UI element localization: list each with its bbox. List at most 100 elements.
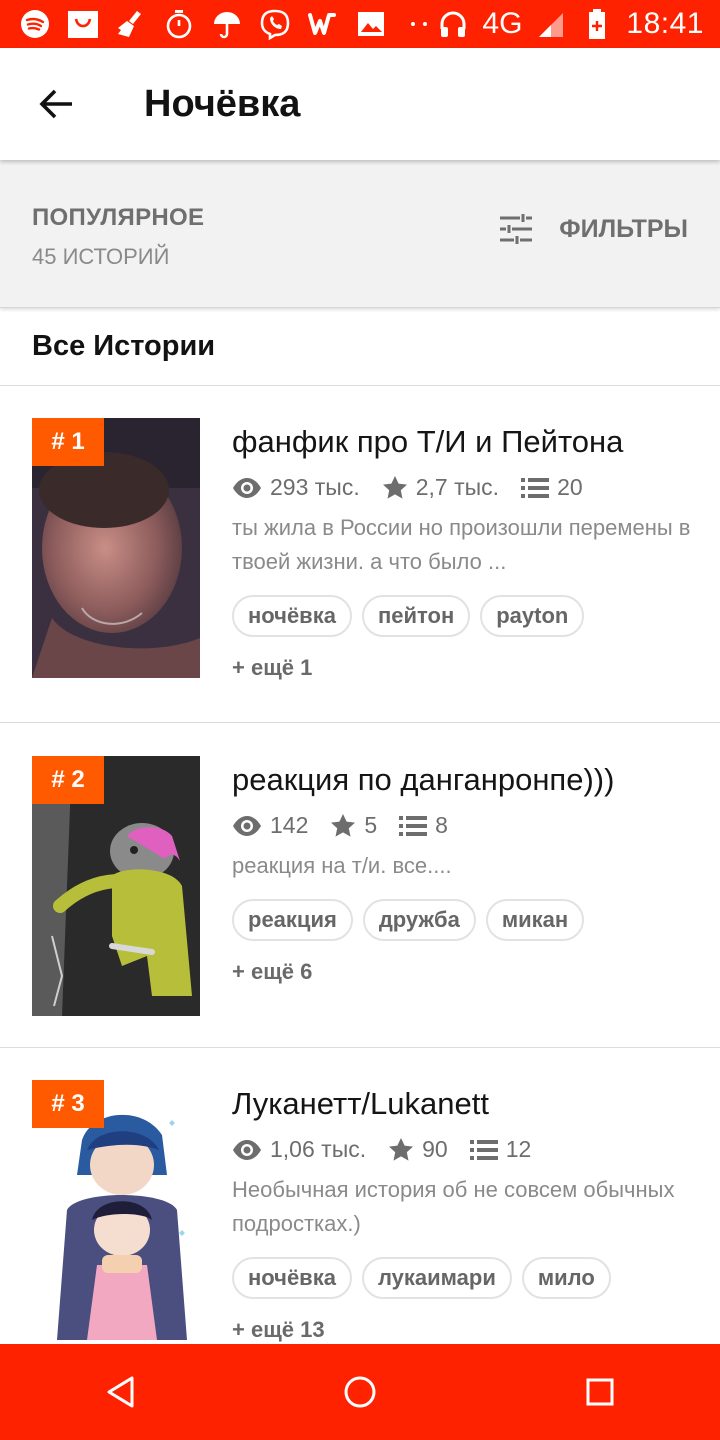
story-count: 45 ИСТОРИЙ xyxy=(32,244,170,269)
umbrella-icon xyxy=(210,7,244,41)
views-count: 1,06 тыс. xyxy=(270,1136,367,1162)
page-title: Ночёвка xyxy=(144,82,301,125)
story-cover[interactable]: # 3 xyxy=(32,1080,200,1340)
system-nav-bar xyxy=(0,1344,720,1440)
tag-list: ночёвка лукаимари мило xyxy=(232,1257,692,1299)
tag-chip[interactable]: payton xyxy=(480,595,585,637)
views-stat: 293 тыс. xyxy=(232,474,360,501)
headphones-icon xyxy=(436,7,470,41)
status-bar: 4G 18:41 xyxy=(0,0,720,48)
story-item[interactable]: # 2 реакция по данганронпе))) 142 5 8 ре… xyxy=(0,724,720,1048)
story-title[interactable]: реакция по данганронпе))) xyxy=(232,762,692,798)
network-type: 4G xyxy=(482,7,523,40)
votes-count: 5 xyxy=(364,812,378,838)
story-description: ты жила в России но произошли перемены в… xyxy=(232,515,691,574)
star-icon xyxy=(331,813,356,837)
nav-back-button[interactable] xyxy=(80,1352,160,1432)
clock: 18:41 xyxy=(626,7,704,40)
views-count: 142 xyxy=(270,812,309,838)
votes-stat: 90 xyxy=(388,1136,448,1163)
list-icon xyxy=(399,815,428,836)
views-count: 293 тыс. xyxy=(270,474,360,500)
votes-count: 90 xyxy=(422,1136,448,1162)
sort-label: ПОПУЛЯРНОЕ xyxy=(32,204,205,231)
story-item[interactable]: # 1 фанфик про Т/И и Пейтона 293 тыс. 2,… xyxy=(0,386,720,710)
story-item[interactable]: # 3 Луканетт/Lukanett 1,06 тыс. 90 12 Не… xyxy=(0,1048,720,1372)
story-stats: 1,06 тыс. 90 12 xyxy=(232,1136,692,1163)
votes-stat: 2,7 тыс. xyxy=(382,474,499,501)
eye-icon xyxy=(233,477,261,498)
shopping-bag-icon xyxy=(66,7,100,41)
views-stat: 1,06 тыс. xyxy=(232,1136,366,1163)
spotify-icon xyxy=(18,7,52,41)
dots-icon xyxy=(402,7,436,41)
battery-icon xyxy=(580,7,614,41)
image-icon xyxy=(354,7,388,41)
divider xyxy=(0,722,720,723)
rank-badge: # 3 xyxy=(32,1080,104,1128)
eye-icon xyxy=(233,815,261,836)
story-cover[interactable]: # 2 xyxy=(32,756,200,1016)
sort-filter-bar: ПОПУЛЯРНОЕ 45 ИСТОРИЙ ФИЛЬТРЫ xyxy=(0,160,720,308)
story-info: фанфик про Т/И и Пейтона 293 тыс. 2,7 ты… xyxy=(232,424,692,681)
sort-selector[interactable]: ПОПУЛЯРНОЕ 45 ИСТОРИЙ xyxy=(32,204,204,270)
story-description: Необычная история об не совсем обычных п… xyxy=(232,1177,675,1236)
triangle-back-icon xyxy=(107,1376,134,1408)
parts-count: 20 xyxy=(557,474,583,500)
filter-label: ФИЛЬТРЫ xyxy=(559,214,688,243)
square-recents-icon xyxy=(586,1378,614,1406)
tag-chip[interactable]: пейтон xyxy=(361,595,471,637)
system-status: 4G 18:41 xyxy=(436,7,720,41)
nav-home-button[interactable] xyxy=(320,1352,400,1432)
star-icon xyxy=(382,475,407,499)
more-tags-link[interactable]: + ещё 1 xyxy=(232,655,692,681)
arrow-back-icon xyxy=(39,89,72,119)
star-icon xyxy=(389,1137,414,1161)
circle-home-icon xyxy=(344,1376,376,1408)
tag-chip[interactable]: мило xyxy=(521,1257,611,1299)
tag-list: реакция дружба микан xyxy=(232,899,692,941)
tag-chip[interactable]: реакция xyxy=(232,899,353,941)
app-bar: Ночёвка xyxy=(0,48,720,160)
story-title[interactable]: Луканетт/Lukanett xyxy=(232,1086,692,1122)
list-icon xyxy=(469,1139,498,1160)
section-title: Все Истории xyxy=(32,330,216,362)
rank-badge: # 2 xyxy=(32,756,104,804)
wattpad-icon xyxy=(306,7,340,41)
back-button[interactable] xyxy=(26,74,86,134)
story-title[interactable]: фанфик про Т/И и Пейтона xyxy=(232,424,692,460)
views-stat: 142 xyxy=(232,812,308,839)
story-cover[interactable]: # 1 xyxy=(32,418,200,678)
tag-chip[interactable]: дружба xyxy=(362,899,476,941)
filter-sliders-icon xyxy=(500,214,533,244)
list-icon xyxy=(521,477,550,498)
more-tags-link[interactable]: + ещё 6 xyxy=(232,959,692,985)
story-stats: 142 5 8 xyxy=(232,812,692,839)
story-info: реакция по данганронпе))) 142 5 8 реакци… xyxy=(232,762,692,985)
tag-chip[interactable]: микан xyxy=(485,899,585,941)
story-info: Луканетт/Lukanett 1,06 тыс. 90 12 Необыч… xyxy=(232,1086,692,1343)
tag-chip[interactable]: ночёвка xyxy=(232,1257,352,1299)
parts-count: 12 xyxy=(505,1136,532,1162)
timer-icon xyxy=(162,7,196,41)
tag-chip[interactable]: ночёвка xyxy=(232,595,352,637)
viber-icon xyxy=(258,7,292,41)
tag-chip[interactable]: лукаимари xyxy=(361,1257,512,1299)
rank-badge: # 1 xyxy=(32,418,104,466)
parts-stat: 8 xyxy=(399,812,448,839)
filter-button[interactable]: ФИЛЬТРЫ xyxy=(499,214,688,244)
votes-count: 2,7 тыс. xyxy=(415,474,500,500)
parts-stat: 20 xyxy=(521,474,583,501)
story-stats: 293 тыс. 2,7 тыс. 20 xyxy=(232,474,692,501)
nav-recents-button[interactable] xyxy=(560,1352,640,1432)
broom-icon xyxy=(114,7,148,41)
votes-stat: 5 xyxy=(330,812,377,839)
notification-icons xyxy=(0,7,436,41)
parts-count: 8 xyxy=(435,812,448,838)
tag-list: ночёвка пейтон payton xyxy=(232,595,692,637)
story-description: реакция на т/и. все.... xyxy=(232,853,452,878)
parts-stat: 12 xyxy=(469,1136,532,1163)
more-tags-link[interactable]: + ещё 13 xyxy=(232,1317,692,1343)
eye-icon xyxy=(233,1139,261,1160)
signal-icon xyxy=(534,7,568,41)
